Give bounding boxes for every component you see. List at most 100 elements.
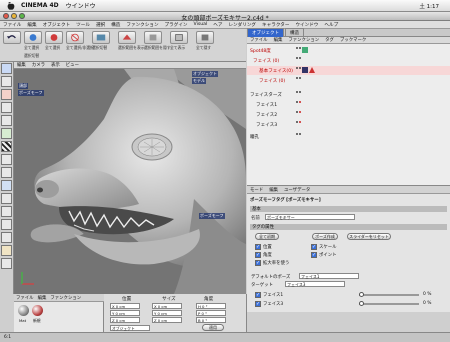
invert-selection-button[interactable]: [92, 31, 110, 44]
reset-all-button[interactable]: 全て初期: [255, 233, 279, 240]
viewport-menu-edit[interactable]: 編集: [14, 62, 29, 68]
scale-tool-icon[interactable]: [1, 76, 12, 87]
section-basic[interactable]: 基本: [250, 206, 447, 212]
mat-menu-functions[interactable]: ファンクション: [48, 295, 83, 301]
edges-mode-icon[interactable]: [1, 115, 12, 126]
object-row[interactable]: フェイスターズ: [247, 90, 450, 99]
object-row[interactable]: フェイス (0): [247, 76, 450, 85]
menu-visual[interactable]: Visual: [191, 22, 211, 27]
3d-viewport[interactable]: 頭部 ポーズモーフ オブジェクト モデル ポーズモーフ: [14, 69, 246, 294]
name-input[interactable]: ポーズモキサー: [265, 214, 355, 220]
menubar-window[interactable]: ウインドウ: [66, 1, 96, 10]
om-menu-functions[interactable]: ファンクション: [285, 37, 322, 43]
show-selection-button[interactable]: [118, 31, 136, 44]
menu-objects[interactable]: オブジェクト: [40, 22, 74, 28]
slider-2-track[interactable]: [359, 303, 419, 305]
texture-mode-icon[interactable]: [1, 154, 12, 165]
object-row[interactable]: フェイス2: [247, 110, 450, 119]
attr-menu-userdata[interactable]: ユーザデータ: [281, 187, 313, 193]
apple-menu-icon[interactable]: [6, 1, 16, 11]
menu-plugins[interactable]: プラグイン: [162, 22, 191, 28]
slider-2-checkbox[interactable]: ✓: [255, 301, 261, 307]
object-row[interactable]: 瞳孔: [247, 132, 450, 141]
select-all-icon[interactable]: [45, 31, 63, 44]
position-checkbox[interactable]: ✓: [255, 244, 261, 250]
mat-menu-file[interactable]: ファイル: [14, 295, 36, 301]
viewport-menu-display[interactable]: 表示: [48, 62, 63, 68]
pos-x-field[interactable]: X 0 cm: [110, 303, 140, 309]
menu-edit[interactable]: 編集: [24, 22, 39, 28]
pose-tag-icon[interactable]: [309, 67, 315, 73]
om-menu-file[interactable]: ファイル: [247, 37, 271, 43]
viewport-menu-view[interactable]: ビュー: [63, 62, 82, 68]
tab-objects[interactable]: オブジェクト: [247, 28, 284, 37]
rot-b-field[interactable]: B 0 °: [196, 317, 226, 323]
object-mode-icon[interactable]: [1, 180, 12, 191]
size-z-field[interactable]: Z 0 cm: [152, 317, 182, 323]
material-swatch[interactable]: [32, 305, 43, 316]
deselect-button[interactable]: [66, 31, 84, 44]
size-y-field[interactable]: Y 0 cm: [152, 310, 182, 316]
undo-button[interactable]: [3, 31, 21, 44]
slider-1-checkbox[interactable]: ✓: [255, 292, 261, 298]
object-row[interactable]: フェイス (0): [247, 56, 450, 65]
pos-y-field[interactable]: Y 0 cm: [110, 310, 140, 316]
polygons-mode-icon[interactable]: [1, 128, 12, 139]
morph-tag-icon[interactable]: [302, 67, 308, 73]
slider-2-knob[interactable]: [359, 301, 364, 306]
hide-all-button[interactable]: [196, 31, 214, 44]
pos-z-field[interactable]: Z 0 cm: [110, 317, 140, 323]
attr-menu-mode[interactable]: モード: [247, 187, 266, 193]
menu-functions[interactable]: ファンクション: [123, 22, 161, 28]
menu-structure[interactable]: 構造: [108, 22, 123, 28]
rot-p-field[interactable]: P 0 °: [196, 310, 226, 316]
size-x-field[interactable]: X 0 cm: [152, 303, 182, 309]
checker-tool-icon[interactable]: [1, 141, 12, 152]
points-mode-icon[interactable]: [1, 102, 12, 113]
workplane-icon[interactable]: [1, 258, 12, 269]
rot-h-field[interactable]: H 0 °: [196, 303, 226, 309]
select-all-button[interactable]: [24, 31, 42, 44]
show-all-button[interactable]: [170, 31, 188, 44]
axis-mode-icon[interactable]: [1, 167, 12, 178]
lock-axis-icon[interactable]: [1, 232, 12, 243]
mat-menu-edit[interactable]: 編集: [36, 295, 49, 301]
scale-checkbox[interactable]: ✓: [311, 244, 317, 250]
object-row[interactable]: フェイス3: [247, 120, 450, 129]
knife-tool-icon[interactable]: [1, 219, 12, 230]
slider-1-track[interactable]: [359, 294, 419, 296]
menu-select[interactable]: 選択: [93, 22, 108, 28]
attr-menu-edit[interactable]: 編集: [266, 187, 281, 193]
menu-file[interactable]: ファイル: [0, 22, 24, 28]
target-select[interactable]: フェイス3: [285, 281, 345, 287]
menubar-app[interactable]: CINEMA 4D: [21, 2, 59, 9]
menu-render[interactable]: レンダリング: [225, 22, 259, 28]
object-row-selected[interactable]: 基本フェイス(0): [247, 66, 450, 75]
magnet-tool-icon[interactable]: [1, 193, 12, 204]
slider-1-knob[interactable]: [359, 292, 364, 297]
om-menu-edit[interactable]: 編集: [271, 37, 286, 43]
om-menu-tags[interactable]: タグ: [322, 37, 337, 43]
reset-sliders-button[interactable]: スライダーをリセット: [347, 233, 391, 240]
create-pose-button[interactable]: ポーズ作成: [312, 233, 338, 240]
object-row[interactable]: Spot48度: [247, 46, 450, 55]
menu-tools[interactable]: ツール: [73, 22, 93, 28]
apply-button[interactable]: 適用: [202, 324, 224, 331]
menu-character[interactable]: キャラクター: [259, 22, 292, 28]
material-swatch[interactable]: [18, 305, 29, 316]
viewport-menu-camera[interactable]: カメラ: [29, 62, 48, 68]
coords-mode-select[interactable]: オブジェクト: [110, 325, 150, 331]
menu-help[interactable]: ヘルプ: [321, 22, 341, 28]
menu-hair[interactable]: ヘア: [210, 22, 225, 28]
move-tool-icon[interactable]: [1, 63, 12, 74]
scale-use-checkbox[interactable]: ✓: [255, 260, 261, 266]
section-tag-props[interactable]: タグの属性: [250, 224, 447, 230]
object-row[interactable]: フェイス1: [247, 100, 450, 109]
angle-checkbox[interactable]: ✓: [255, 252, 261, 258]
default-pose-select[interactable]: フェイス1: [299, 273, 359, 279]
brush-tool-icon[interactable]: [1, 206, 12, 217]
om-menu-bookmarks[interactable]: ブックマーク: [337, 37, 369, 43]
snap-tool-icon[interactable]: [1, 245, 12, 256]
visibility-check-icon[interactable]: [302, 47, 308, 53]
points-checkbox[interactable]: ✓: [311, 252, 317, 258]
